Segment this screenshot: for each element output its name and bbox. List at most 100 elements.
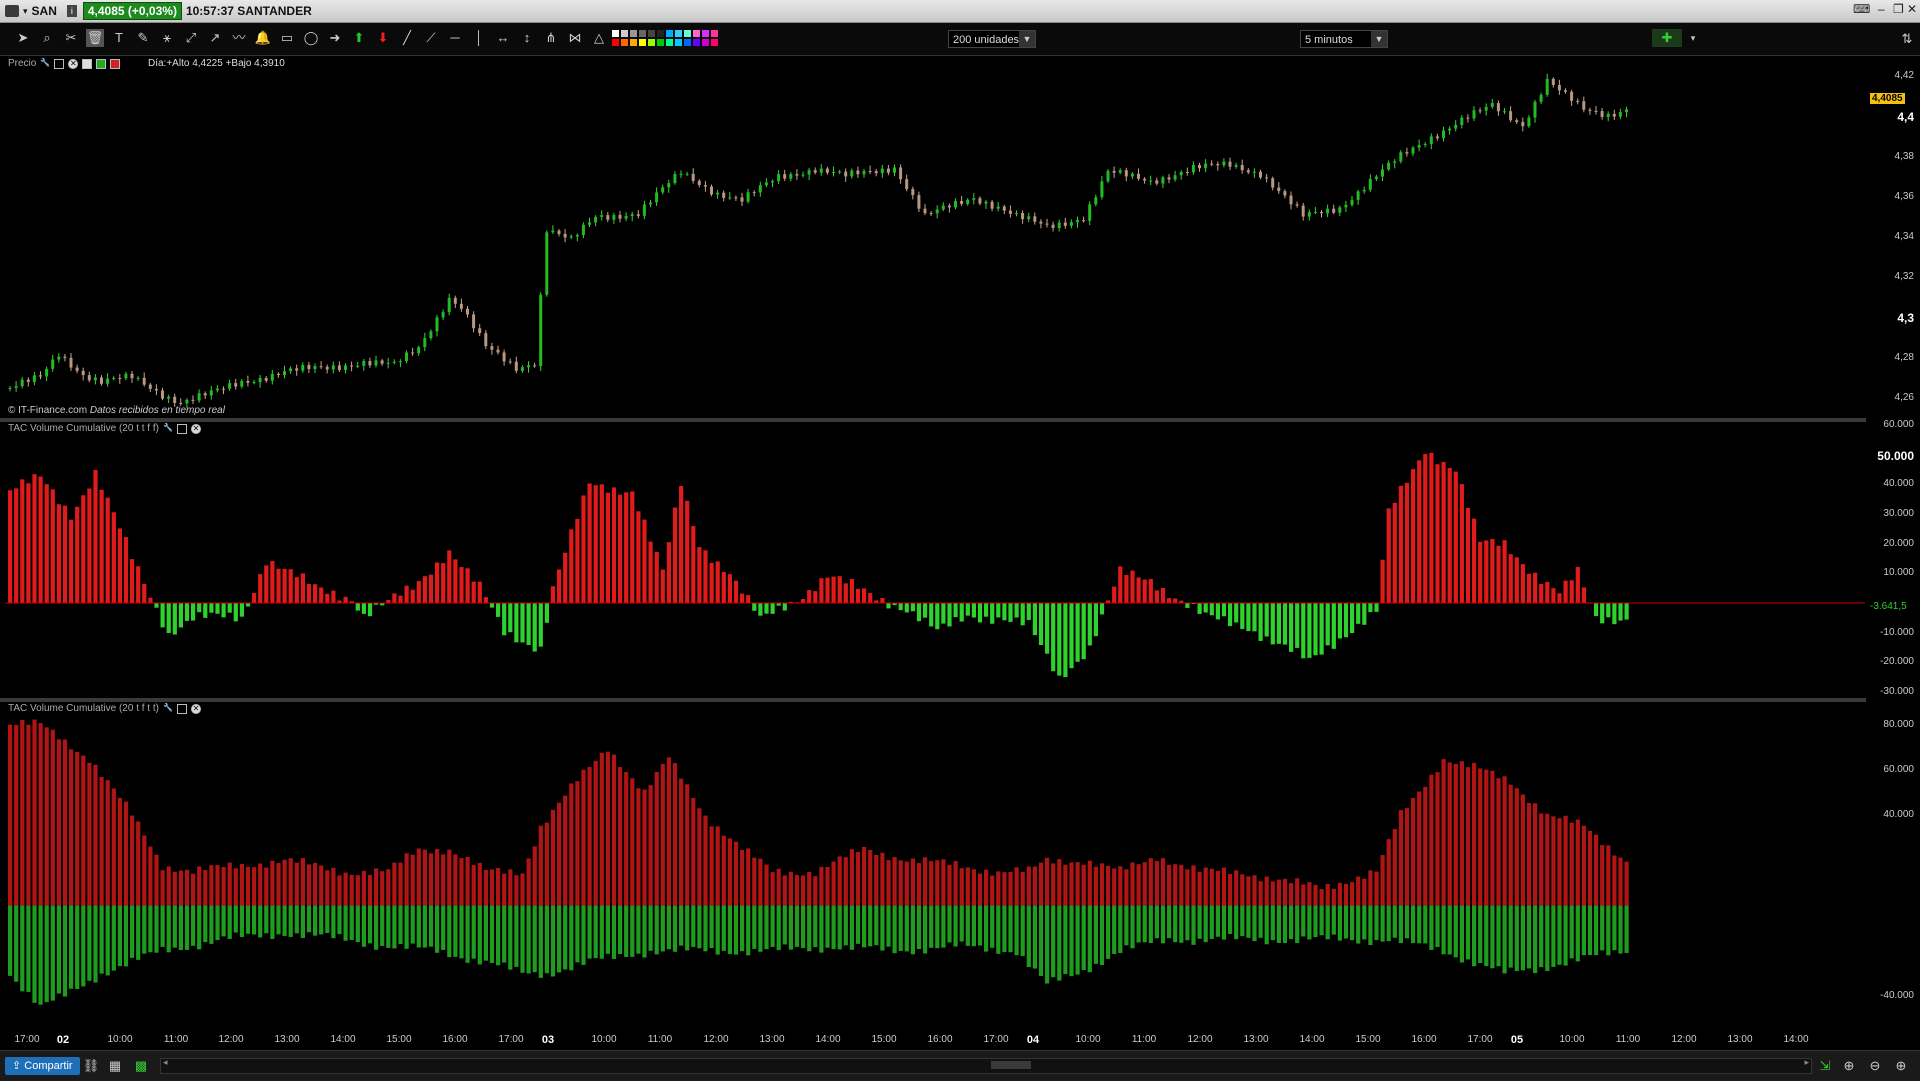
color-swatch[interactable] (612, 30, 619, 37)
calculator-icon[interactable]: ▦ (106, 1057, 124, 1075)
remove-indicator-icon[interactable] (110, 58, 121, 69)
close-circle-icon[interactable]: ✕ (190, 703, 201, 714)
andrews-icon[interactable]: ⋔ (542, 29, 560, 47)
price-pane[interactable] (5, 56, 1865, 418)
minimize-icon[interactable]: – (1878, 2, 1885, 16)
color-swatch[interactable] (630, 30, 637, 37)
close-circle-icon[interactable]: ✕ (68, 58, 79, 69)
price-y-axis[interactable]: 4,42 4,4 4,38 4,36 4,34 4,32 4,3 4,28 4,26 (1866, 56, 1920, 418)
color-swatch[interactable] (648, 30, 655, 37)
color-swatch[interactable] (675, 30, 682, 37)
gann-icon[interactable]: ⋈ (566, 29, 584, 47)
volume-1-y-axis[interactable]: 60.000 50.000 40.000 30.000 20.000 10.000 -10.… (1866, 419, 1920, 698)
chart-type-chevron-icon[interactable]: ▾ (1684, 29, 1702, 47)
color-swatch[interactable] (657, 30, 664, 37)
ellipse-icon[interactable]: ◯ (302, 29, 320, 47)
volume-chart-1[interactable] (5, 422, 1865, 698)
zoom-icon[interactable]: ⌕ (38, 29, 56, 47)
scroll-left-icon[interactable]: ◂ (163, 1057, 168, 1068)
zoom-out-icon[interactable]: ⊖ (1866, 1057, 1884, 1075)
volume-pane-1[interactable] (5, 422, 1865, 698)
color-swatch[interactable] (711, 39, 718, 46)
horizontal-scrollbar[interactable]: ◂ ▸ (160, 1057, 1812, 1074)
scrollbar-thumb[interactable] (991, 1061, 1031, 1069)
color-swatch[interactable] (702, 39, 709, 46)
link-icon[interactable]: ⛓ (82, 1057, 100, 1075)
symbol-menu-chevron-icon[interactable]: ▾ (23, 6, 28, 17)
window-icon[interactable] (176, 423, 187, 434)
vertical-line-icon[interactable]: │ (470, 29, 488, 47)
time-axis[interactable]: 17:00 02 10:00 11:00 12:00 13:00 14:00 15:00 16:… (0, 1030, 1866, 1050)
arrow-right-icon[interactable]: ➜ (326, 29, 344, 47)
color-swatch[interactable] (621, 39, 628, 46)
ruler-icon[interactable]: ✎ (134, 29, 152, 47)
rectangle-icon[interactable]: ▭ (278, 29, 296, 47)
trash-icon[interactable]: 🗑 (86, 29, 104, 47)
color-swatch[interactable] (684, 39, 691, 46)
color-swatch[interactable] (657, 39, 664, 46)
color-swatch[interactable] (675, 39, 682, 46)
symbol-name[interactable]: SAN (32, 4, 57, 18)
color-swatch[interactable] (630, 39, 637, 46)
alarm-icon[interactable]: 🔔 (254, 29, 272, 47)
line-icon[interactable]: ╱ (398, 29, 416, 47)
chevron-down-icon[interactable]: ▼ (1371, 31, 1387, 47)
add-indicator-icon[interactable] (96, 58, 107, 69)
autoscale-icon[interactable]: ⇲ (1816, 1057, 1834, 1075)
volume-chart-2[interactable] (5, 702, 1865, 1030)
arrow-up-icon[interactable]: ⬆ (350, 29, 368, 47)
color-swatch[interactable] (693, 30, 700, 37)
units-select[interactable]: 200 unidades ▼ (948, 30, 1036, 48)
share-button[interactable]: ⇪ Compartir (5, 1057, 80, 1075)
color-swatch[interactable] (648, 39, 655, 46)
timeframe-select[interactable]: 5 minutos ▼ (1300, 30, 1388, 48)
wrench-icon[interactable]: 🔧 (163, 703, 173, 714)
color-swatch[interactable] (639, 30, 646, 37)
color-swatch[interactable] (621, 30, 628, 37)
info-icon[interactable]: i (66, 5, 77, 17)
data-source-note: © IT-Finance.com Datos recibidos en tiem… (8, 405, 225, 416)
volume-up-bar (270, 860, 275, 906)
keyboard-icon[interactable]: ⌨ (1853, 2, 1870, 16)
arrow-down-icon[interactable]: ⬇ (374, 29, 392, 47)
color-swatch[interactable] (666, 30, 673, 37)
window-icon[interactable] (54, 58, 65, 69)
vertical-measure-icon[interactable]: ↕ (518, 29, 536, 47)
trend-icon[interactable]: ↗ (206, 29, 224, 47)
grid-icon[interactable]: ▩ (132, 1057, 150, 1075)
measure-icon[interactable]: ↔ (494, 29, 512, 47)
chevron-down-icon[interactable]: ▼ (1019, 31, 1035, 47)
horizontal-line-icon[interactable]: ─ (446, 29, 464, 47)
panel-toggle-icon[interactable]: ⇅ (1898, 30, 1916, 48)
restore-icon[interactable]: ❐ (1893, 2, 1904, 16)
color-swatch[interactable] (639, 39, 646, 46)
color-swatch[interactable] (612, 39, 619, 46)
close-circle-icon[interactable]: ✕ (190, 423, 201, 434)
triangle-icon[interactable]: △ (590, 29, 608, 47)
text-icon[interactable]: T (110, 29, 128, 47)
fibonacci-icon[interactable]: ⚹ (158, 29, 176, 47)
cursor-icon[interactable]: ➤ (14, 29, 32, 47)
app-icon[interactable] (5, 5, 19, 17)
price-chart[interactable] (5, 56, 1865, 418)
wrench-icon[interactable]: 🔧 (163, 423, 173, 434)
scroll-right-icon[interactable]: ▸ (1804, 1057, 1809, 1068)
wrench-icon[interactable]: 🔧 (40, 58, 50, 69)
zigzag-icon[interactable]: 〰 (230, 29, 248, 47)
color-swatch[interactable] (684, 30, 691, 37)
color-swatch[interactable] (702, 30, 709, 37)
window-icon[interactable] (176, 703, 187, 714)
settings-icon[interactable] (82, 58, 93, 69)
channel-icon[interactable]: ⤢ (182, 29, 200, 47)
crosshair-icon[interactable]: ✂ (62, 29, 80, 47)
chart-type-icon[interactable]: ✚ (1652, 29, 1682, 47)
ray-icon[interactable]: ⟋ (422, 29, 440, 47)
volume-pane-2[interactable] (5, 702, 1865, 1030)
color-swatch[interactable] (711, 30, 718, 37)
volume-2-y-axis[interactable]: 80.000 60.000 40.000 -40.000 (1866, 702, 1920, 1030)
close-icon[interactable]: ✕ (1907, 2, 1917, 16)
color-swatch[interactable] (693, 39, 700, 46)
color-swatch[interactable] (666, 39, 673, 46)
zoom-in-icon[interactable]: ⊕ (1892, 1057, 1910, 1075)
zoom-fit-icon[interactable]: ⊕ (1840, 1057, 1858, 1075)
